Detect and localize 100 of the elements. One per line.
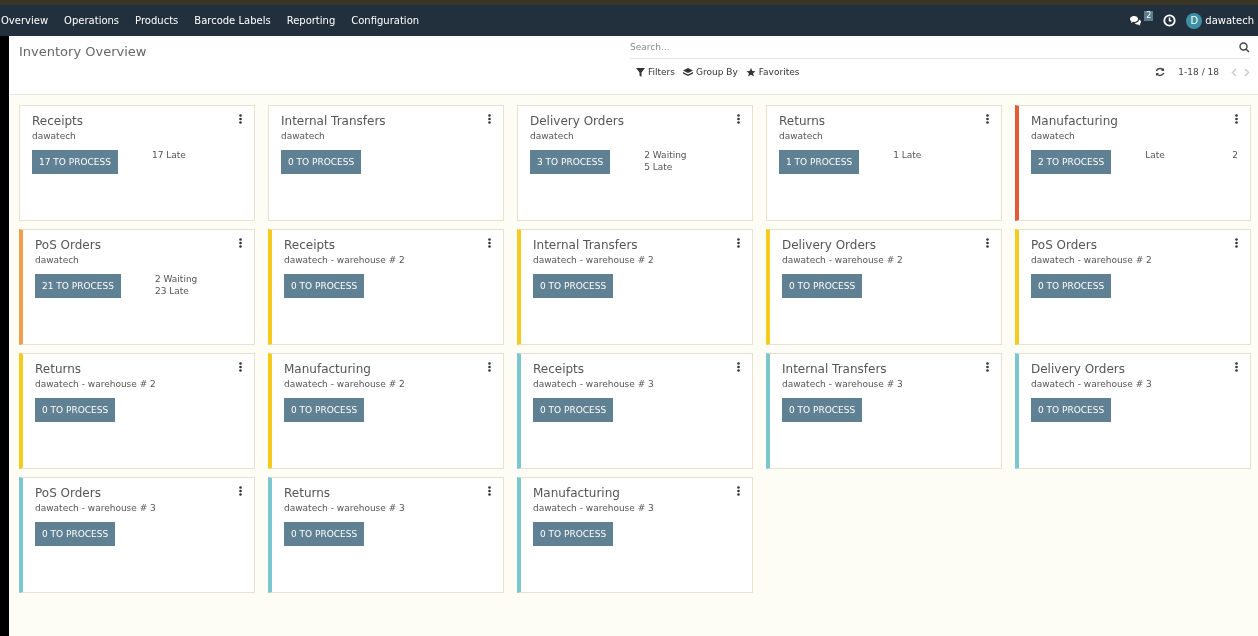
menu-item[interactable]: Products <box>127 15 187 26</box>
card-subtitle: dawatech - warehouse # 2 <box>1031 255 1152 265</box>
card-subtitle: dawatech - warehouse # 3 <box>782 379 903 389</box>
stat-link[interactable]: 23 Late <box>154 286 189 296</box>
card-subtitle: dawatech - warehouse # 3 <box>1031 379 1152 389</box>
card-subtitle: dawatech <box>281 131 326 141</box>
to-process-button[interactable]: 0 TO PROCESS <box>533 274 614 298</box>
to-process-button[interactable]: 0 TO PROCESS <box>782 274 863 298</box>
card-subtitle: dawatech <box>779 131 824 141</box>
card-subtitle: dawatech - warehouse # 2 <box>782 255 903 265</box>
to-process-button[interactable]: 0 TO PROCESS <box>1031 398 1112 422</box>
star-icon <box>745 67 756 77</box>
kebab-menu-icon[interactable] <box>737 238 740 248</box>
kebab-menu-icon[interactable] <box>1235 114 1238 124</box>
stat-link[interactable]: 5 Late <box>644 162 673 172</box>
to-process-button[interactable]: 0 TO PROCESS <box>782 398 863 422</box>
menu-item[interactable]: Barcode Labels <box>186 15 279 26</box>
stat-value: 2 <box>1232 150 1238 160</box>
kebab-menu-icon[interactable] <box>488 362 491 372</box>
card-title[interactable]: Internal Transfers <box>782 362 903 376</box>
to-process-button[interactable]: 0 TO PROCESS <box>533 522 614 546</box>
menu-item[interactable]: Reporting <box>278 15 344 26</box>
card-subtitle: dawatech - warehouse # 2 <box>35 379 156 389</box>
funnel-icon <box>636 67 645 77</box>
filter-button[interactable]: Filters <box>636 67 675 77</box>
stat-link[interactable]: 17 Late <box>151 150 186 160</box>
kebab-menu-icon[interactable] <box>737 486 740 496</box>
kebab-menu-icon[interactable] <box>737 362 740 372</box>
search-icon[interactable] <box>1239 41 1250 53</box>
kebab-menu-icon[interactable] <box>239 362 242 372</box>
card-title[interactable]: Returns <box>284 486 405 500</box>
kebab-menu-icon[interactable] <box>488 238 491 248</box>
stat-link[interactable]: 2 Waiting <box>644 150 687 160</box>
filter-button[interactable]: Group By <box>683 67 738 77</box>
card-title[interactable]: Manufacturing <box>533 486 654 500</box>
card-title[interactable]: PoS Orders <box>1031 238 1152 252</box>
card-title[interactable]: Returns <box>779 114 826 128</box>
kebab-menu-icon[interactable] <box>239 238 242 248</box>
card-subtitle: dawatech - warehouse # 3 <box>284 503 405 513</box>
stat-link[interactable]: 1 Late <box>893 150 922 160</box>
card-title[interactable]: PoS Orders <box>35 238 101 252</box>
filter-button[interactable]: Favorites <box>745 67 800 77</box>
card-title[interactable]: Returns <box>35 362 156 376</box>
menu-item[interactable]: Overview <box>0 15 57 26</box>
card-subtitle: dawatech <box>530 131 575 141</box>
card-title[interactable]: Manufacturing <box>1031 114 1118 128</box>
card-title[interactable]: Manufacturing <box>284 362 405 376</box>
card-subtitle: dawatech <box>32 131 77 141</box>
kebab-menu-icon[interactable] <box>986 114 989 124</box>
to-process-button[interactable]: 0 TO PROCESS <box>35 398 116 422</box>
to-process-button[interactable]: 0 TO PROCESS <box>533 398 614 422</box>
message-count-badge: 2 <box>1144 10 1154 21</box>
to-process-button[interactable]: 3 TO PROCESS <box>530 150 611 174</box>
to-process-button[interactable]: 0 TO PROCESS <box>284 398 365 422</box>
user-avatar[interactable]: D <box>1186 12 1203 29</box>
kebab-menu-icon[interactable] <box>239 486 242 496</box>
kebab-menu-icon[interactable] <box>488 114 491 124</box>
menu-item[interactable]: Configuration <box>343 15 428 26</box>
search-field[interactable]: Search... <box>630 42 1239 52</box>
card-title[interactable]: Receipts <box>284 238 405 252</box>
menu-item[interactable]: Operations <box>56 15 128 26</box>
kebab-menu-icon[interactable] <box>986 362 989 372</box>
to-process-button[interactable]: 17 TO PROCESS <box>32 150 118 174</box>
kebab-menu-icon[interactable] <box>737 114 740 124</box>
to-process-button[interactable]: 0 TO PROCESS <box>284 274 365 298</box>
stat-link[interactable]: Late <box>1145 150 1165 160</box>
card-subtitle: dawatech <box>35 255 80 265</box>
card-title[interactable]: Delivery Orders <box>530 114 624 128</box>
chat-icon[interactable] <box>1129 14 1144 27</box>
card-title[interactable]: Delivery Orders <box>782 238 903 252</box>
card-title[interactable]: PoS Orders <box>35 486 156 500</box>
kebab-menu-icon[interactable] <box>488 486 491 496</box>
to-process-button[interactable]: 0 TO PROCESS <box>35 522 116 546</box>
layers-icon <box>683 67 693 77</box>
refresh-icon[interactable] <box>1155 67 1166 77</box>
card-subtitle: dawatech - warehouse # 3 <box>533 503 654 513</box>
card-title[interactable]: Delivery Orders <box>1031 362 1152 376</box>
pager-count: 1-18 / 18 <box>1178 67 1219 77</box>
to-process-button[interactable]: 0 TO PROCESS <box>284 522 365 546</box>
user-name[interactable]: dawatech <box>1205 15 1254 26</box>
page-title: Inventory Overview <box>19 44 147 59</box>
card-title[interactable]: Internal Transfers <box>281 114 386 128</box>
to-process-button[interactable]: 0 TO PROCESS <box>1031 274 1112 298</box>
kebab-menu-icon[interactable] <box>986 238 989 248</box>
card-title[interactable]: Internal Transfers <box>533 238 654 252</box>
kebab-menu-icon[interactable] <box>239 114 242 124</box>
to-process-button[interactable]: 2 TO PROCESS <box>1031 150 1112 174</box>
to-process-button[interactable]: 0 TO PROCESS <box>281 150 362 174</box>
card-subtitle: dawatech - warehouse # 3 <box>35 503 156 513</box>
card-title[interactable]: Receipts <box>533 362 654 376</box>
to-process-button[interactable]: 21 TO PROCESS <box>35 274 121 298</box>
clock-icon[interactable] <box>1163 14 1177 27</box>
to-process-button[interactable]: 1 TO PROCESS <box>779 150 860 174</box>
kebab-menu-icon[interactable] <box>1235 362 1238 372</box>
card-subtitle: dawatech - warehouse # 2 <box>533 255 654 265</box>
kebab-menu-icon[interactable] <box>1235 238 1238 248</box>
stat-link[interactable]: 2 Waiting <box>154 274 198 284</box>
card-subtitle: dawatech - warehouse # 2 <box>284 379 405 389</box>
card-title[interactable]: Receipts <box>32 114 84 128</box>
card-subtitle: dawatech - warehouse # 3 <box>533 379 654 389</box>
